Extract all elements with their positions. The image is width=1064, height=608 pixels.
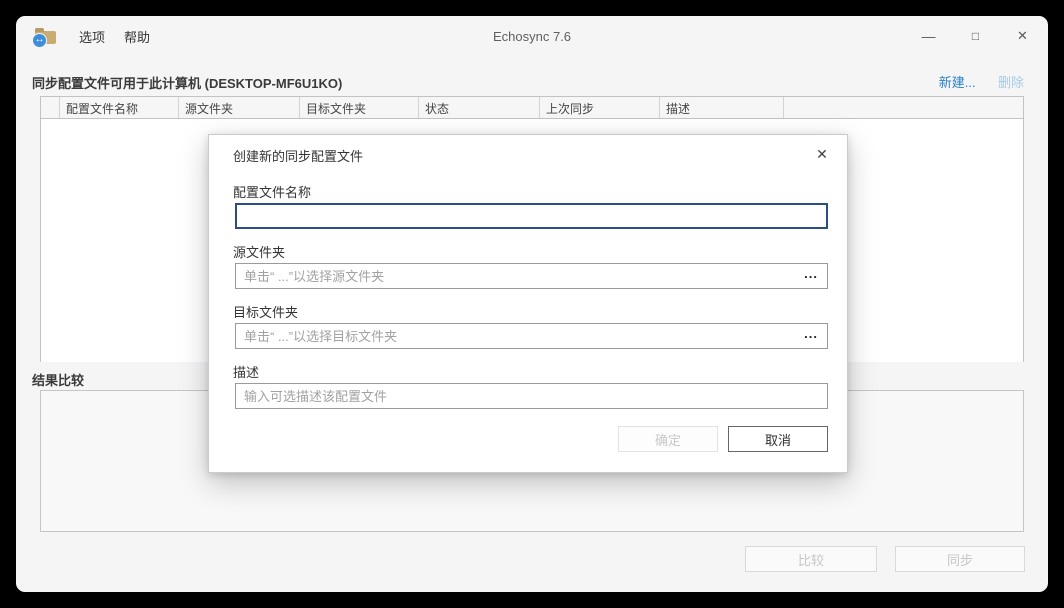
close-icon[interactable]: ✕ xyxy=(999,16,1046,56)
col-description[interactable]: 描述 xyxy=(659,97,783,118)
create-profile-dialog: 创建新的同步配置文件 ✕ 配置文件名称 源文件夹 ... 目标文件夹 ... 描… xyxy=(208,134,848,473)
app-window: ↔ 选项 帮助 Echosync 7.6 — □ ✕ 同步配置文件可用于此计算机… xyxy=(16,16,1048,592)
menu-options[interactable]: 选项 xyxy=(72,23,112,50)
ok-button[interactable]: 确定 xyxy=(618,426,718,452)
col-selector[interactable] xyxy=(41,97,59,118)
cancel-button[interactable]: 取消 xyxy=(728,426,828,452)
delete-profile-link[interactable]: 删除 xyxy=(998,75,1024,90)
sync-button[interactable]: 同步 xyxy=(895,546,1025,572)
window-controls: — □ ✕ xyxy=(905,16,1046,56)
new-profile-link[interactable]: 新建... xyxy=(939,75,976,90)
source-folder-label: 源文件夹 xyxy=(233,242,285,261)
col-last-sync[interactable]: 上次同步 xyxy=(539,97,659,118)
source-folder-field-wrap: ... xyxy=(235,263,828,289)
col-profile-name[interactable]: 配置文件名称 xyxy=(59,97,178,118)
profile-actions: 新建... 删除 xyxy=(921,72,1024,92)
target-folder-input[interactable] xyxy=(235,323,828,349)
results-header: 结果比较 xyxy=(32,370,84,389)
screen: ↔ 选项 帮助 Echosync 7.6 — □ ✕ 同步配置文件可用于此计算机… xyxy=(0,0,1064,608)
sync-arrows-icon: ↔ xyxy=(33,34,46,47)
col-source-folder[interactable]: 源文件夹 xyxy=(178,97,299,118)
profile-name-field-wrap xyxy=(235,203,828,229)
titlebar[interactable]: ↔ 选项 帮助 Echosync 7.6 — □ ✕ xyxy=(16,16,1048,56)
dialog-title: 创建新的同步配置文件 xyxy=(233,146,363,165)
target-folder-label: 目标文件夹 xyxy=(233,302,298,321)
col-status[interactable]: 状态 xyxy=(418,97,539,118)
minimize-icon[interactable]: — xyxy=(905,16,952,56)
target-folder-field-wrap: ... xyxy=(235,323,828,349)
description-input[interactable] xyxy=(235,383,828,409)
profiles-table-header: 配置文件名称 源文件夹 目标文件夹 状态 上次同步 描述 xyxy=(41,97,1023,119)
dialog-close-icon[interactable]: ✕ xyxy=(809,141,835,167)
profile-name-label: 配置文件名称 xyxy=(233,182,311,201)
col-filler xyxy=(783,97,1023,118)
description-field-wrap xyxy=(235,383,828,409)
profile-name-input[interactable] xyxy=(235,203,828,229)
profiles-header: 同步配置文件可用于此计算机 (DESKTOP-MF6U1KO) xyxy=(32,73,342,92)
menu-help[interactable]: 帮助 xyxy=(117,23,157,50)
source-folder-input[interactable] xyxy=(235,263,828,289)
target-browse-ellipsis-button[interactable]: ... xyxy=(801,324,821,348)
compare-button[interactable]: 比较 xyxy=(745,546,877,572)
window-title: Echosync 7.6 xyxy=(16,29,1048,44)
description-label: 描述 xyxy=(233,362,259,381)
source-browse-ellipsis-button[interactable]: ... xyxy=(801,264,821,288)
app-logo-folder-sync-icon: ↔ xyxy=(34,28,57,45)
col-target-folder[interactable]: 目标文件夹 xyxy=(299,97,418,118)
profiles-header-row: 同步配置文件可用于此计算机 (DESKTOP-MF6U1KO) 新建... 删除 xyxy=(32,72,1024,92)
maximize-icon[interactable]: □ xyxy=(952,16,999,56)
